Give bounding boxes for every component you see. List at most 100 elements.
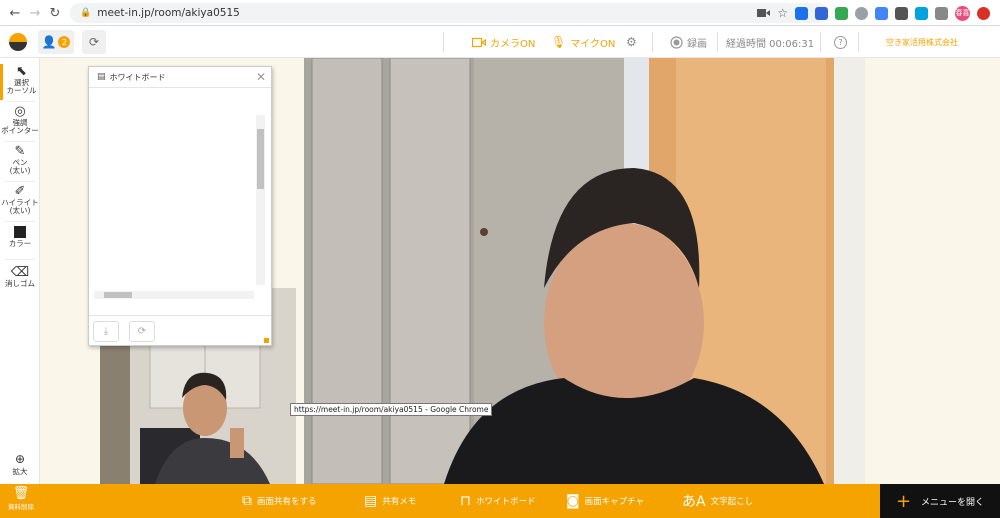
gdrive-extension-icon[interactable] [875, 6, 888, 20]
highlight-label: ハイライト (太い) [1, 198, 39, 215]
whiteboard-button[interactable]: ⊓ ホワイトボード [460, 484, 535, 518]
open-menu-button[interactable]: + メニューを開く [880, 484, 1000, 518]
camera-capture-icon: ◙ [566, 493, 580, 509]
user-icon: 👤 [41, 35, 57, 49]
vertical-scroll-thumb[interactable] [257, 129, 264, 189]
remote-video-frame [304, 58, 865, 484]
memo-icon: ▤ [364, 493, 378, 509]
menu-extension-icon[interactable] [935, 6, 948, 20]
drawing-toolbar: ⬉ 選択 カーソル ◎ 強調 ポインター ✎ ペン (太い) ✐ ハイライト (… [0, 58, 40, 484]
mic-toggle[interactable]: 🎙 マイクON [551, 26, 615, 58]
whiteboard-window[interactable]: ▤ ホワイトボード ✕ ⤓ ⟳ [88, 66, 272, 346]
divider [4, 259, 36, 260]
highlighter-icon: ✐ [14, 184, 26, 199]
reload-button[interactable]: ↻ [44, 2, 66, 24]
camera-indicator-icon[interactable] [757, 8, 771, 18]
reconnect-button[interactable]: ⟳ [82, 30, 106, 54]
delete-document-button[interactable]: 🗑 資料削除 [4, 486, 38, 516]
pen-tool[interactable]: ✎ ペン (太い) [0, 144, 40, 180]
highlight-tool[interactable]: ✐ ハイライト (太い) [0, 184, 40, 220]
transcription-button[interactable]: あA 文字起こし [682, 484, 753, 518]
horizontal-scroll-thumb[interactable] [104, 292, 132, 298]
drive-extension-icon[interactable] [855, 6, 868, 20]
whiteboard-canvas[interactable] [90, 89, 271, 314]
divider [4, 141, 36, 142]
transcription-label: 文字起こし [710, 497, 754, 507]
download-button[interactable]: ⤓ [93, 321, 119, 342]
profile-avatar[interactable]: 春喜 [955, 5, 970, 21]
camera-label: カメラON [490, 38, 536, 50]
record-button[interactable]: 録画 [670, 26, 707, 58]
eraser-tool[interactable]: ⌫ 消しゴム [0, 265, 40, 295]
browser-toolbar: ← → ↻ 🔒 meet-in.jp/room/akiya0515 ☆ 春喜 [0, 0, 1000, 26]
participants-button[interactable]: 👤 2 [38, 30, 74, 54]
divider [4, 181, 36, 182]
whiteboard-titlebar[interactable]: ▤ ホワイトボード [89, 67, 271, 88]
open-menu-label: メニューを開く [921, 497, 985, 508]
pointer-label: 強調 ポインター [1, 118, 39, 135]
record-label: 録画 [687, 38, 707, 50]
reconnect-icon: ⟳ [88, 35, 100, 49]
whiteboard-icon: ⊓ [460, 493, 471, 509]
divider [820, 32, 821, 52]
puzzle-extension-icon[interactable] [835, 6, 848, 20]
shared-memo-button[interactable]: ▤ 共有メモ [364, 484, 416, 518]
reload-icon: ↻ [49, 5, 61, 21]
chart-extension-icon[interactable] [915, 6, 928, 20]
camera-icon [472, 37, 486, 47]
zoom-button[interactable]: ⊕ 拡大 [2, 452, 38, 477]
camera-toggle[interactable]: カメラON [472, 26, 535, 58]
help-button[interactable]: ? [834, 26, 847, 58]
share-screen-button[interactable]: ⧉ 画面共有をする [242, 484, 317, 518]
forward-button[interactable]: → [24, 2, 46, 24]
screen-capture-button[interactable]: ◙ 画面キャプチャ [566, 484, 644, 518]
bottom-toolbar: 🗑 資料削除 ⧉ 画面共有をする ▤ 共有メモ ⊓ ホワイトボード ◙ 画面キャ… [0, 484, 1000, 518]
target-icon: ◎ [14, 104, 26, 119]
meetin-logo-icon [9, 33, 27, 51]
pointer-tool[interactable]: ◎ 強調 ポインター [0, 104, 40, 140]
refresh-whiteboard-button[interactable]: ⟳ [129, 321, 155, 342]
plus-icon: + [895, 490, 912, 512]
participant-count-badge: 2 [58, 36, 71, 48]
eraser-icon: ⌫ [10, 265, 30, 280]
microphone-icon: 🎙 [551, 35, 567, 49]
alert-extension-icon[interactable] [977, 6, 990, 20]
screen-share-icon: ⧉ [242, 493, 252, 509]
vertical-scrollbar[interactable] [256, 115, 265, 285]
close-icon[interactable]: ✕ [256, 70, 266, 84]
pen-label: ペン (太い) [9, 158, 31, 175]
browser-extensions: ☆ 春喜 [757, 0, 990, 26]
delete-document-label: 資料削除 [8, 503, 34, 511]
company-name: 空き家活用株式会社 [886, 26, 958, 58]
record-icon [670, 35, 683, 49]
cloud-extension-icon[interactable] [795, 6, 808, 20]
calendar-extension-icon[interactable] [815, 6, 828, 20]
whiteboard-title: ホワイトボード [109, 72, 166, 82]
company-name-text: 空き家活用株式会社 [886, 37, 958, 47]
divider [4, 101, 36, 102]
app-header: 👤 2 ⟳ カメラON 🎙 マイクON ⚙ 録画 経過時間 00:06:31 ?… [0, 26, 1000, 58]
bookmark-star-icon[interactable]: ☆ [777, 6, 788, 20]
divider [858, 32, 859, 52]
address-bar[interactable]: 🔒 meet-in.jp/room/akiya0515 [70, 3, 828, 23]
resize-handle-icon[interactable] [264, 338, 269, 343]
color-tool[interactable]: カラー [0, 226, 40, 256]
mic-label: マイクON [570, 38, 616, 50]
horizontal-scrollbar[interactable] [94, 291, 254, 299]
forward-arrow-icon: → [29, 5, 41, 21]
profile-initials: 春喜 [955, 9, 970, 17]
trash-icon: 🗑 [12, 486, 30, 501]
divider [443, 32, 444, 52]
select-cursor-tool[interactable]: ⬉ 選択 カーソル [0, 64, 40, 100]
back-button[interactable]: ← [4, 2, 26, 24]
text-a-icon: あA [682, 494, 706, 510]
settings-button[interactable]: ⚙ [626, 26, 637, 58]
color-label: カラー [8, 239, 32, 248]
document-icon: ▤ [97, 72, 106, 82]
folder-extension-icon[interactable] [895, 6, 908, 20]
url-text: meet-in.jp/room/akiya0515 [97, 7, 240, 19]
eraser-label: 消しゴム [5, 279, 35, 288]
help-icon: ? [834, 35, 847, 49]
divider [652, 32, 653, 52]
pencil-icon: ✎ [14, 144, 26, 159]
